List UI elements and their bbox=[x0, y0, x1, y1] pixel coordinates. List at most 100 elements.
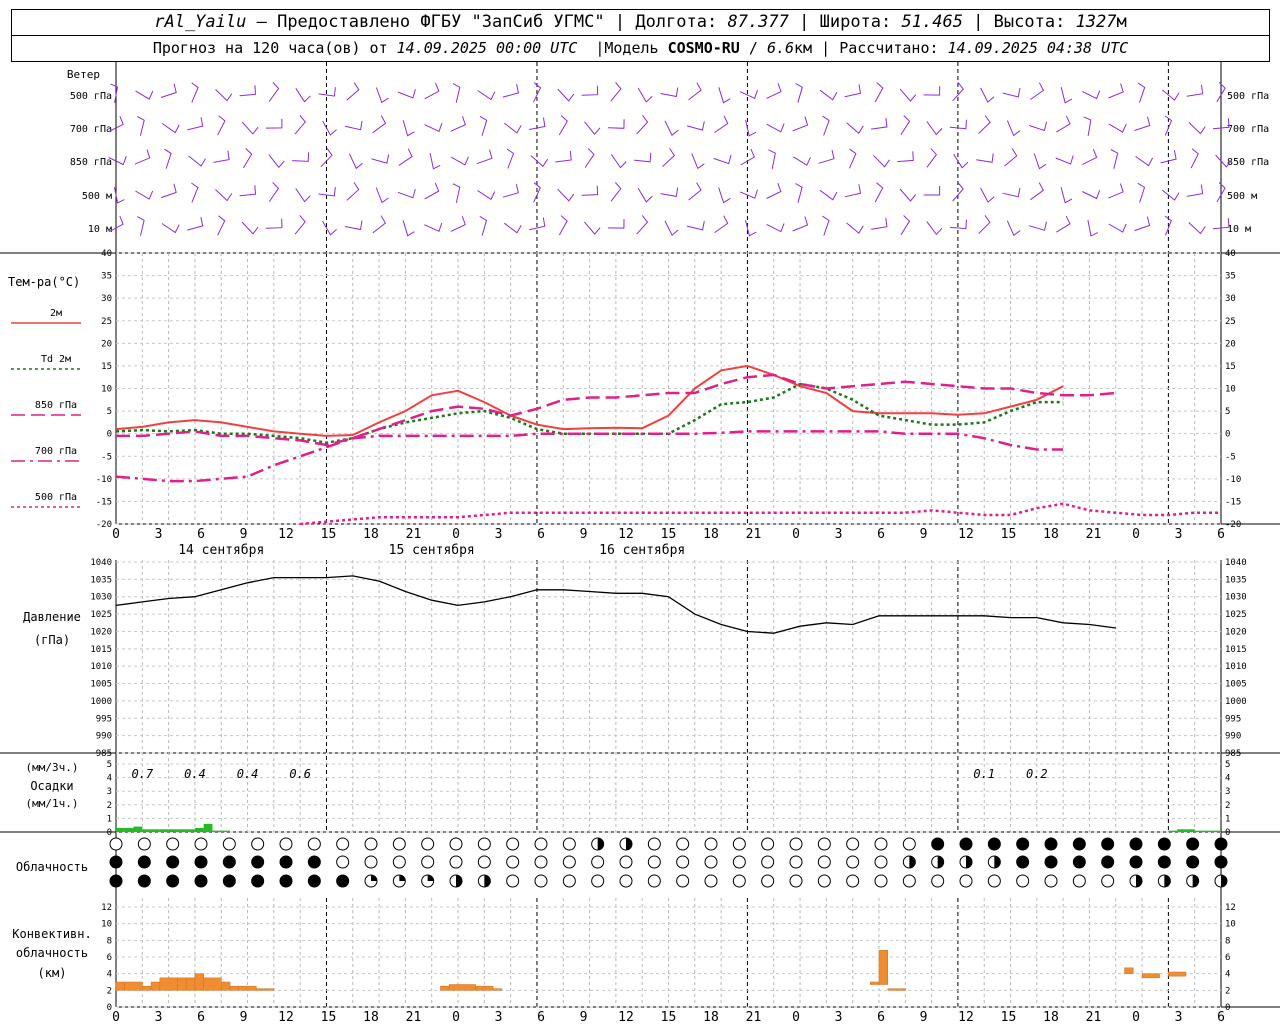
wind-barb bbox=[637, 87, 653, 103]
cloud-symbol-fill bbox=[1221, 875, 1227, 887]
cloud-symbol-fill bbox=[966, 856, 972, 868]
precip-3h-label: 0.7 bbox=[131, 767, 153, 781]
cloud-symbol bbox=[279, 837, 293, 851]
wind-level-label: 10 м bbox=[88, 224, 112, 235]
wind-barb bbox=[191, 182, 199, 203]
wind-barb bbox=[926, 221, 943, 236]
cloud-symbol bbox=[846, 855, 860, 869]
conv-tick-label: 6 bbox=[1225, 953, 1230, 963]
wind-barb bbox=[1186, 184, 1204, 197]
precip-tick-label: 1 bbox=[107, 814, 112, 824]
wind-barb bbox=[980, 187, 995, 203]
cloud-cover-symbols bbox=[109, 837, 1228, 888]
precip-3h-label: 0.4 bbox=[237, 767, 259, 781]
conv-cloud-bar bbox=[1141, 973, 1160, 979]
cloud-symbol bbox=[591, 855, 605, 869]
wind-barb bbox=[479, 215, 488, 236]
wind-barb bbox=[1083, 116, 1092, 136]
cloud-symbol bbox=[449, 837, 463, 851]
temp-tick-label: -15 bbox=[96, 497, 112, 507]
wind-barb bbox=[792, 216, 809, 232]
pressure-tick-label: 1020 bbox=[1225, 627, 1247, 637]
wind-barb bbox=[265, 118, 283, 129]
cloud-symbol bbox=[1044, 855, 1058, 869]
wind-barb bbox=[424, 222, 443, 232]
pressure-tick-label: 1035 bbox=[1225, 575, 1247, 585]
precip-bar bbox=[124, 827, 134, 832]
cloud-symbol bbox=[1186, 855, 1200, 869]
hour-tick-label: 12 bbox=[958, 527, 974, 542]
hour-tick-label: 9 bbox=[240, 527, 248, 542]
wind-barb bbox=[135, 190, 154, 200]
wind-barb bbox=[1108, 83, 1124, 99]
wind-barb bbox=[346, 182, 360, 201]
wind-barb bbox=[874, 182, 884, 203]
cloud-symbol bbox=[647, 837, 661, 851]
temp-tick-label: 35 bbox=[1225, 272, 1236, 282]
cloud-symbol-fill bbox=[1192, 875, 1199, 887]
wind-level-label: 10 м bbox=[1227, 224, 1251, 235]
wind-barb bbox=[213, 150, 230, 163]
wind-barb bbox=[241, 221, 259, 235]
wind-barb bbox=[371, 154, 390, 164]
wind-barb bbox=[848, 148, 857, 169]
pressure-tick-label: 1025 bbox=[90, 610, 112, 620]
wind-level-label: 850 гПа bbox=[70, 157, 112, 168]
wind-barb bbox=[533, 182, 541, 203]
hour-tick-label: 6 bbox=[537, 527, 545, 542]
pressure-panel-title: Давление bbox=[23, 610, 81, 624]
cloud-symbol bbox=[1101, 837, 1115, 851]
cloud-symbol-fill bbox=[456, 875, 462, 887]
wind-barb bbox=[239, 185, 257, 197]
hour-tick-label: 0 bbox=[1132, 527, 1140, 542]
wind-barb bbox=[397, 188, 416, 199]
conv-tick-label: 0 bbox=[1225, 1003, 1230, 1013]
conv-cloud-bar bbox=[878, 950, 888, 985]
precip-3h-label: 0.1 bbox=[973, 767, 995, 781]
wind-barb bbox=[926, 148, 938, 168]
wind-barb bbox=[923, 86, 941, 96]
wind-barb bbox=[739, 89, 758, 99]
wind-barb bbox=[161, 122, 180, 134]
conv-cloud-bar bbox=[887, 988, 906, 991]
conv-tick-label: 8 bbox=[1225, 936, 1230, 946]
wind-barb bbox=[664, 120, 679, 136]
hour-tick-label: 15 bbox=[1001, 1010, 1017, 1024]
cloud-symbol bbox=[1016, 855, 1030, 869]
wind-barb bbox=[846, 222, 864, 234]
wind-barb bbox=[503, 122, 522, 134]
wind-barb bbox=[506, 148, 515, 169]
wind-barb bbox=[135, 90, 154, 100]
wind-barb bbox=[503, 222, 522, 234]
wind-barb bbox=[718, 187, 731, 204]
wind-barb bbox=[502, 83, 519, 98]
temp-tick-label: 10 bbox=[101, 385, 112, 395]
wind-barb bbox=[450, 216, 466, 232]
hour-tick-label: 9 bbox=[240, 1010, 248, 1024]
pressure-tick-label: 985 bbox=[1225, 749, 1241, 759]
day-label: 15 сентября bbox=[389, 543, 475, 558]
wind-barb bbox=[610, 82, 622, 102]
wind-barb bbox=[688, 82, 702, 101]
wind-barb bbox=[397, 89, 416, 99]
temp-tick-label: 5 bbox=[1225, 407, 1230, 417]
temp-tick-label: -20 bbox=[1225, 520, 1241, 530]
precip-bar bbox=[159, 829, 169, 832]
pressure-tick-label: 1040 bbox=[1225, 558, 1247, 568]
conv-panel-unit: (км) bbox=[38, 966, 67, 980]
cloud-symbol bbox=[817, 837, 831, 851]
cloud-symbol-fill bbox=[597, 838, 604, 850]
wind-barb bbox=[846, 122, 864, 134]
cloud-symbol bbox=[619, 874, 633, 888]
cloud-symbol bbox=[477, 837, 491, 851]
precip-bar bbox=[1212, 830, 1221, 832]
wind-barb bbox=[607, 119, 625, 129]
conv-cloud-bar bbox=[177, 977, 187, 991]
cloud-symbol bbox=[336, 874, 350, 888]
pressure-tick-label: 1020 bbox=[90, 627, 112, 637]
wind-barb bbox=[739, 189, 758, 199]
wind-barb bbox=[191, 82, 199, 103]
precip-tick-label: 2 bbox=[1225, 801, 1230, 811]
precip-bar bbox=[203, 823, 213, 832]
wind-barb bbox=[398, 148, 413, 166]
